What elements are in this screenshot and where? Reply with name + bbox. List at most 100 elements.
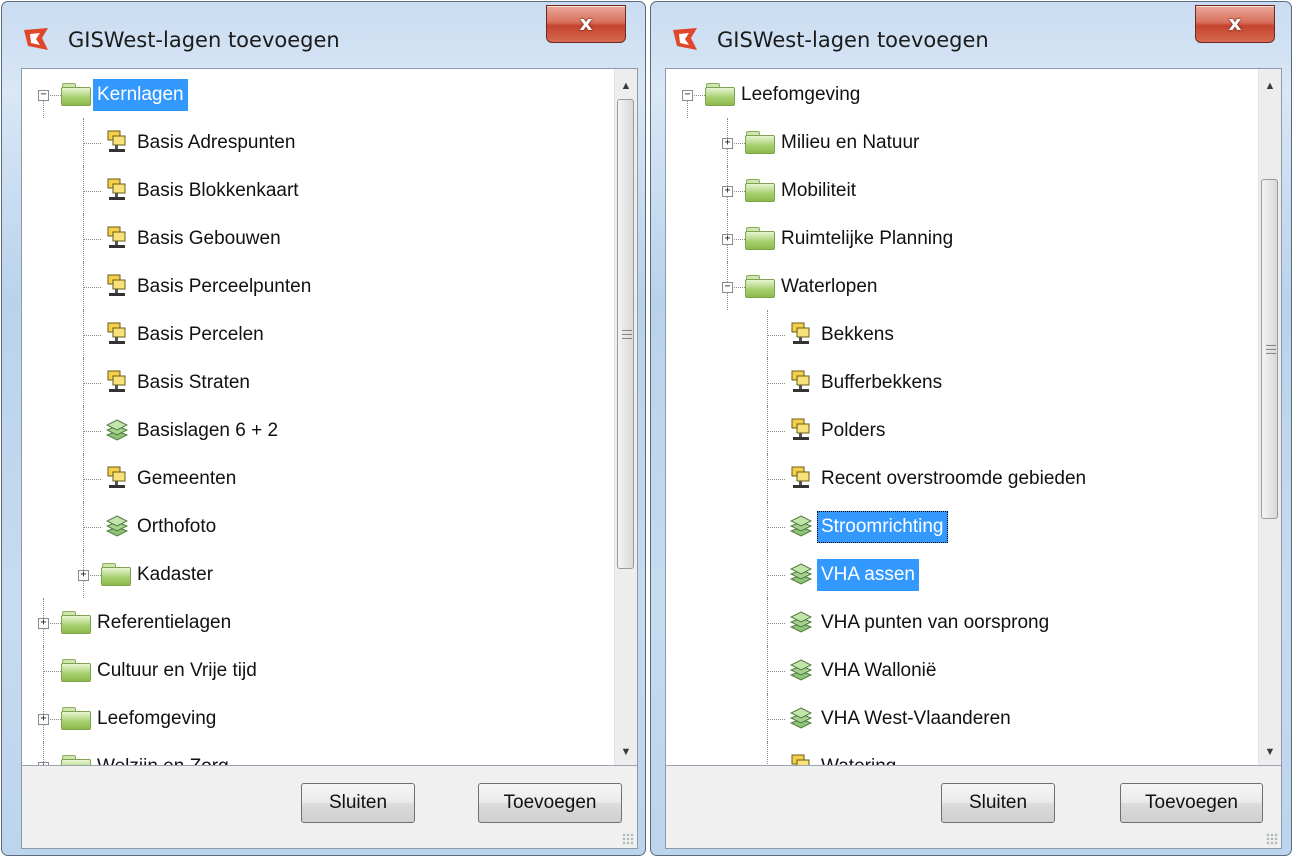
- tree-node-label[interactable]: Mobiliteit: [777, 175, 860, 207]
- tree-node[interactable]: + Welzijn en Zorg: [22, 742, 613, 765]
- tree-node[interactable]: Basis Straten: [22, 358, 613, 406]
- tree-node[interactable]: Watering: [666, 742, 1257, 765]
- tree-node-label[interactable]: Recent overstroomde gebieden: [817, 463, 1090, 495]
- expand-plus-icon[interactable]: +: [722, 234, 733, 245]
- tree-node[interactable]: + Milieu en Natuur: [666, 118, 1257, 166]
- close-dialog-button[interactable]: Sluiten: [301, 783, 415, 823]
- tree-node-label[interactable]: Orthofoto: [133, 511, 220, 543]
- tree-node-label[interactable]: VHA West-Vlaanderen: [817, 703, 1015, 735]
- scroll-down-arrow-icon[interactable]: ▼: [615, 741, 637, 763]
- expand-plus-icon[interactable]: +: [78, 570, 89, 581]
- scroll-down-arrow-icon[interactable]: ▼: [1259, 741, 1281, 763]
- tree-node-label[interactable]: Basis Adrespunten: [133, 127, 299, 159]
- tree-node-label[interactable]: Ruimtelijke Planning: [777, 223, 957, 255]
- tree-node-label[interactable]: Watering: [817, 751, 900, 765]
- tree-connector: [767, 502, 768, 550]
- expand-plus-icon[interactable]: +: [722, 186, 733, 197]
- tree-node[interactable]: VHA assen: [666, 550, 1257, 598]
- tree-node-label[interactable]: Leefomgeving: [93, 703, 220, 735]
- window-title: GISWest-lagen toevoegen: [68, 28, 340, 52]
- tree-node[interactable]: Stroomrichting: [666, 502, 1257, 550]
- add-layers-button[interactable]: Toevoegen: [1120, 783, 1263, 823]
- close-button[interactable]: x: [546, 5, 626, 43]
- map-server-icon: [791, 322, 810, 344]
- close-button[interactable]: x: [1195, 5, 1275, 43]
- tree-node[interactable]: − Leefomgeving: [666, 70, 1257, 118]
- scroll-up-arrow-icon[interactable]: ▲: [1259, 75, 1281, 97]
- tree-node-label[interactable]: Basis Percelen: [133, 319, 268, 351]
- tree-node[interactable]: + Mobiliteit: [666, 166, 1257, 214]
- tree-node[interactable]: + Referentielagen: [22, 598, 613, 646]
- collapse-minus-icon[interactable]: −: [722, 282, 733, 293]
- tree-node-label[interactable]: VHA assen: [817, 559, 919, 591]
- scrollbar-thumb[interactable]: — — —: [1261, 179, 1278, 519]
- tree-node-label[interactable]: Basis Blokkenkaart: [133, 175, 303, 207]
- tree-node[interactable]: Orthofoto: [22, 502, 613, 550]
- tree-node[interactable]: Basis Blokkenkaart: [22, 166, 613, 214]
- tree-node[interactable]: Gemeenten: [22, 454, 613, 502]
- tree-node-label[interactable]: Basis Gebouwen: [133, 223, 285, 255]
- tree-node-label[interactable]: Stroomrichting: [817, 511, 948, 543]
- resize-grip-icon[interactable]: [1266, 833, 1278, 845]
- add-layers-button[interactable]: Toevoegen: [478, 783, 622, 823]
- tree-node[interactable]: − Waterlopen: [666, 262, 1257, 310]
- tree-node-label[interactable]: Bekkens: [817, 319, 898, 351]
- tree-node-label[interactable]: Polders: [817, 415, 889, 447]
- vertical-scrollbar[interactable]: ▲ — — — ▼: [1258, 69, 1281, 765]
- tree-node-label[interactable]: Kernlagen: [93, 79, 188, 111]
- tree-node-label[interactable]: VHA punten van oorsprong: [817, 607, 1053, 639]
- tree-node[interactable]: − Kernlagen: [22, 70, 613, 118]
- tree-connector: [767, 742, 768, 765]
- tree-node[interactable]: Polders: [666, 406, 1257, 454]
- folder-icon: [745, 275, 775, 298]
- tree-node[interactable]: Bufferbekkens: [666, 358, 1257, 406]
- tree-node[interactable]: VHA punten van oorsprong: [666, 598, 1257, 646]
- tree-node-label[interactable]: Bufferbekkens: [817, 367, 946, 399]
- tree-node[interactable]: Bekkens: [666, 310, 1257, 358]
- scroll-up-arrow-icon[interactable]: ▲: [615, 75, 637, 97]
- tree-connector: [767, 479, 785, 480]
- expand-plus-icon[interactable]: +: [38, 762, 49, 765]
- tree-node[interactable]: VHA Wallonië: [666, 646, 1257, 694]
- tree-node[interactable]: Basislagen 6 + 2: [22, 406, 613, 454]
- title-bar[interactable]: GISWest-lagen toevoegen x: [651, 2, 1291, 68]
- map-server-icon: [107, 466, 126, 488]
- tree-node-label[interactable]: Cultuur en Vrije tijd: [93, 655, 261, 687]
- folder-icon: [61, 707, 91, 730]
- layer-tree[interactable]: − Leefomgeving + Milieu en Natuur + Mobilitei…: [666, 69, 1281, 766]
- map-server-icon: [107, 226, 126, 248]
- tree-node[interactable]: + Leefomgeving: [22, 694, 613, 742]
- tree-node[interactable]: + Ruimtelijke Planning: [666, 214, 1257, 262]
- title-bar[interactable]: GISWest-lagen toevoegen x: [2, 2, 645, 68]
- tree-node-label[interactable]: Leefomgeving: [737, 79, 864, 111]
- expand-plus-icon[interactable]: +: [722, 138, 733, 149]
- tree-node-label[interactable]: Basis Perceelpunten: [133, 271, 315, 303]
- resize-grip-icon[interactable]: [622, 833, 634, 845]
- close-dialog-button[interactable]: Sluiten: [941, 783, 1055, 823]
- tree-node-label[interactable]: Basis Straten: [133, 367, 254, 399]
- vertical-scrollbar[interactable]: ▲ — — — ▼: [614, 69, 637, 765]
- tree-node-label[interactable]: Kadaster: [133, 559, 217, 591]
- expand-plus-icon[interactable]: +: [38, 714, 49, 725]
- tree-node[interactable]: Cultuur en Vrije tijd: [22, 646, 613, 694]
- dialog-client: − Leefomgeving + Milieu en Natuur + Mobilitei…: [665, 68, 1282, 849]
- tree-node-label[interactable]: Referentielagen: [93, 607, 235, 639]
- tree-node[interactable]: + Kadaster: [22, 550, 613, 598]
- tree-node[interactable]: Basis Adrespunten: [22, 118, 613, 166]
- scrollbar-thumb[interactable]: — — —: [617, 99, 634, 569]
- tree-node[interactable]: Basis Perceelpunten: [22, 262, 613, 310]
- tree-node[interactable]: Recent overstroomde gebieden: [666, 454, 1257, 502]
- tree-node-label[interactable]: VHA Wallonië: [817, 655, 940, 687]
- tree-node[interactable]: Basis Gebouwen: [22, 214, 613, 262]
- collapse-minus-icon[interactable]: −: [682, 90, 693, 101]
- tree-node-label[interactable]: Welzijn en Zorg: [93, 751, 233, 765]
- tree-node[interactable]: Basis Percelen: [22, 310, 613, 358]
- layer-tree[interactable]: − Kernlagen Basis Adrespunten Basis Blokken…: [22, 69, 637, 766]
- expand-plus-icon[interactable]: +: [38, 618, 49, 629]
- tree-node[interactable]: VHA West-Vlaanderen: [666, 694, 1257, 742]
- collapse-minus-icon[interactable]: −: [38, 90, 49, 101]
- tree-node-label[interactable]: Gemeenten: [133, 463, 240, 495]
- tree-node-label[interactable]: Waterlopen: [777, 271, 881, 303]
- tree-node-label[interactable]: Milieu en Natuur: [777, 127, 923, 159]
- tree-node-label[interactable]: Basislagen 6 + 2: [133, 415, 282, 447]
